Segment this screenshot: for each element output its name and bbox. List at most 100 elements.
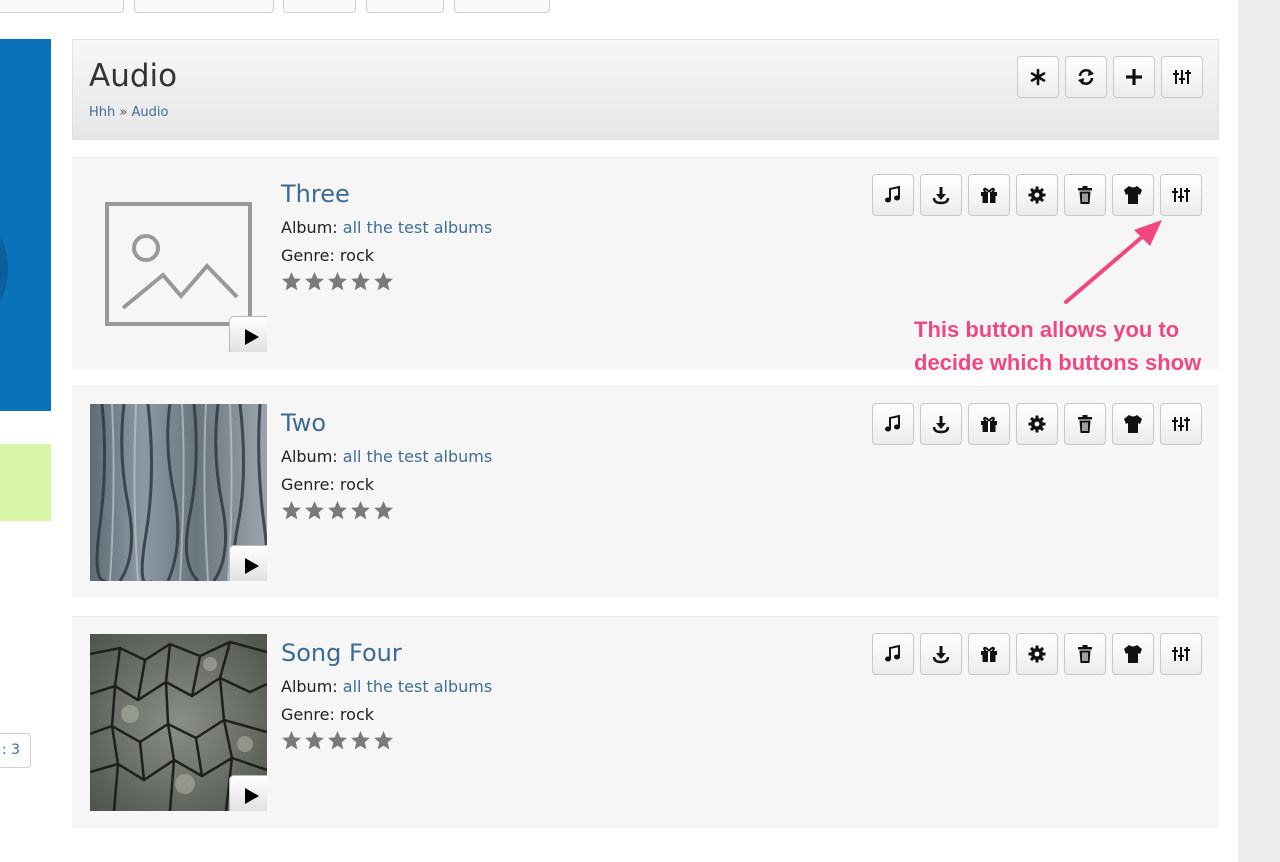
star-icon[interactable] (327, 271, 348, 292)
item-title-link[interactable]: Two (281, 409, 326, 437)
star-icon[interactable] (327, 500, 348, 521)
album-label: Album: (281, 447, 338, 466)
album-label: Album: (281, 218, 338, 237)
gear-icon (1028, 645, 1046, 663)
gift-icon (981, 646, 997, 662)
asterisk-icon (1030, 68, 1046, 86)
music-icon (885, 414, 900, 432)
star-icon[interactable] (304, 730, 325, 751)
download-icon (932, 646, 950, 664)
thumbnail-cracked-bark[interactable] (90, 634, 267, 811)
gift-button[interactable] (968, 633, 1010, 675)
rating-stars[interactable] (281, 500, 394, 521)
merchandise-button[interactable] (1112, 403, 1154, 445)
breadcrumb: Hhh » Audio (89, 105, 168, 120)
thumbnail-placeholder[interactable] (90, 175, 267, 352)
trash-icon (1078, 186, 1092, 204)
play-button[interactable] (229, 545, 267, 581)
play-icon (245, 558, 259, 574)
item-title-link[interactable]: Three (281, 180, 350, 208)
rating-stars[interactable] (281, 730, 394, 751)
top-tab-5[interactable] (454, 0, 550, 13)
star-icon[interactable] (281, 271, 302, 292)
top-tab-2[interactable] (134, 0, 274, 13)
top-tab-1[interactable] (0, 0, 124, 13)
delete-button[interactable] (1064, 403, 1106, 445)
music-button[interactable] (872, 174, 914, 216)
item-title-link[interactable]: Song Four (281, 639, 402, 667)
right-scroll-region (1238, 0, 1280, 862)
star-icon[interactable] (304, 271, 325, 292)
breadcrumb-separator: » (119, 105, 128, 120)
play-button[interactable] (229, 775, 267, 811)
select-all-button[interactable] (1017, 56, 1059, 98)
star-icon[interactable] (373, 500, 394, 521)
sidebar-blue-circle (0, 229, 8, 309)
gift-button[interactable] (968, 174, 1010, 216)
album-label: Album: (281, 677, 338, 696)
sliders-icon (1172, 188, 1190, 202)
star-icon[interactable] (373, 271, 394, 292)
delete-button[interactable] (1064, 633, 1106, 675)
album-link[interactable]: all the test albums (343, 218, 492, 237)
star-icon[interactable] (350, 730, 371, 751)
download-button[interactable] (920, 403, 962, 445)
trash-icon (1078, 415, 1092, 433)
album-link[interactable]: all the test albums (343, 447, 492, 466)
shirt-icon (1124, 186, 1142, 204)
settings-button[interactable] (1016, 403, 1058, 445)
music-icon (885, 644, 900, 662)
gear-icon (1028, 415, 1046, 433)
refresh-icon (1078, 69, 1094, 85)
star-icon[interactable] (304, 500, 325, 521)
star-icon[interactable] (327, 730, 348, 751)
plus-icon (1126, 69, 1142, 85)
download-button[interactable] (920, 633, 962, 675)
annotation-line-2: decide which buttons show (914, 350, 1202, 375)
top-tab-3[interactable] (283, 0, 356, 13)
album-link[interactable]: all the test albums (343, 677, 492, 696)
star-icon[interactable] (281, 730, 302, 751)
play-icon (245, 788, 259, 804)
album-line: Album: all the test albums (281, 447, 492, 466)
breadcrumb-current-link[interactable]: Audio (132, 105, 169, 120)
download-icon (932, 416, 950, 434)
music-button[interactable] (872, 633, 914, 675)
thumbnail-bark[interactable] (90, 404, 267, 581)
configure-buttons-button[interactable] (1161, 56, 1203, 98)
sidebar-blue-block (0, 39, 51, 411)
music-button[interactable] (872, 403, 914, 445)
configure-buttons-button[interactable] (1160, 633, 1202, 675)
download-icon (932, 187, 950, 205)
refresh-button[interactable] (1065, 56, 1107, 98)
download-button[interactable] (920, 174, 962, 216)
merchandise-button[interactable] (1112, 633, 1154, 675)
gift-button[interactable] (968, 403, 1010, 445)
audio-item-song-four: Song Four Album: all the test albums Gen… (72, 616, 1219, 828)
configure-buttons-button[interactable] (1160, 403, 1202, 445)
play-icon (245, 329, 259, 345)
sliders-icon (1173, 70, 1191, 84)
album-line: Album: all the test albums (281, 677, 492, 696)
star-icon[interactable] (350, 271, 371, 292)
play-button[interactable] (229, 316, 267, 352)
genre-line: Genre: rock (281, 475, 375, 494)
star-icon[interactable] (373, 730, 394, 751)
add-button[interactable] (1113, 56, 1155, 98)
settings-button[interactable] (1016, 633, 1058, 675)
top-tab-4[interactable] (366, 0, 444, 13)
gift-icon (981, 187, 997, 203)
star-icon[interactable] (281, 500, 302, 521)
annotation-text: This button allows you to decide which b… (914, 313, 1244, 379)
breadcrumb-root-link[interactable]: Hhh (89, 105, 115, 120)
shirt-icon (1124, 645, 1142, 663)
sidebar-green-block (0, 444, 51, 521)
star-icon[interactable] (350, 500, 371, 521)
trash-icon (1078, 645, 1092, 663)
shirt-icon (1124, 415, 1142, 433)
page-header: Audio Hhh » Audio (72, 39, 1219, 140)
sliders-icon (1172, 417, 1190, 431)
genre-line: Genre: rock (281, 246, 375, 265)
pagination-indicator[interactable]: : 3 (0, 733, 31, 768)
rating-stars[interactable] (281, 271, 394, 292)
